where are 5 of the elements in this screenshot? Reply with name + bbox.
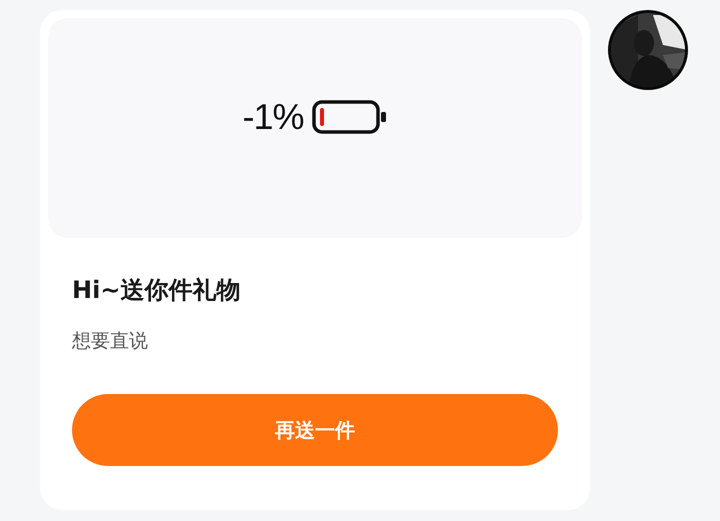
- low-battery-icon: [312, 99, 388, 135]
- send-again-button[interactable]: 再送一件: [72, 394, 558, 466]
- card-subtitle: 想要直说: [72, 329, 149, 354]
- percent-text: -1%: [242, 96, 304, 138]
- card-title: Hi~送你件礼物: [72, 275, 242, 306]
